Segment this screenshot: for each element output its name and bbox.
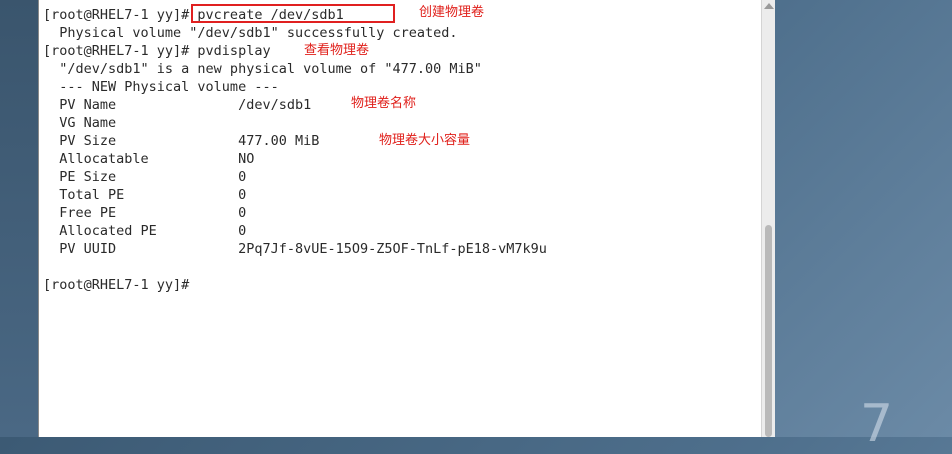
terminal-line-9: Allocatable NO — [43, 151, 255, 167]
desktop-background — [0, 0, 38, 437]
terminal-line-12: Free PE 0 — [43, 205, 247, 221]
pvcreate-highlight-box — [191, 4, 395, 23]
terminal-line-5: --- NEW Physical volume --- — [43, 79, 279, 95]
desktop-version-mark: 7 — [860, 394, 894, 454]
terminal-line-10: PE Size 0 — [43, 169, 247, 185]
terminal-prompt-line[interactable]: [root@RHEL7-1 yy]# — [43, 276, 197, 294]
terminal-line-2: Physical volume "/dev/sdb1" successfully… — [43, 25, 458, 41]
terminal-line-14: PV UUID 2Pq7Jf-8vUE-15O9-Z5OF-TnLf-pE18-… — [43, 241, 547, 257]
scrollbar-thumb[interactable] — [765, 225, 772, 437]
terminal-line-4: "/dev/sdb1" is a new physical volume of … — [43, 61, 482, 77]
annotation-pv-name: 物理卷名称 — [351, 96, 417, 111]
terminal-line-3: [root@RHEL7-1 yy]# pvdisplay — [43, 43, 271, 59]
terminal-window[interactable]: [root@RHEL7-1 yy]# pvcreate /dev/sdb1 Ph… — [38, 0, 775, 437]
terminal-line-13: Allocated PE 0 — [43, 223, 247, 239]
annotation-pv-size: 物理卷大小容量 — [379, 133, 471, 148]
terminal-line-7: VG Name — [43, 115, 117, 131]
terminal-output[interactable]: [root@RHEL7-1 yy]# pvcreate /dev/sdb1 Ph… — [39, 0, 761, 437]
terminal-line-11: Total PE 0 — [43, 187, 247, 203]
annotation-create-pv: 创建物理卷 — [419, 5, 485, 20]
terminal-scrollbar[interactable] — [761, 0, 775, 437]
terminal-line-6: PV Name /dev/sdb1 — [43, 97, 312, 113]
annotation-view-pv: 查看物理卷 — [304, 43, 370, 58]
scroll-up-arrow-icon[interactable] — [764, 3, 774, 9]
terminal-line-8: PV Size 477.00 MiB — [43, 133, 320, 149]
